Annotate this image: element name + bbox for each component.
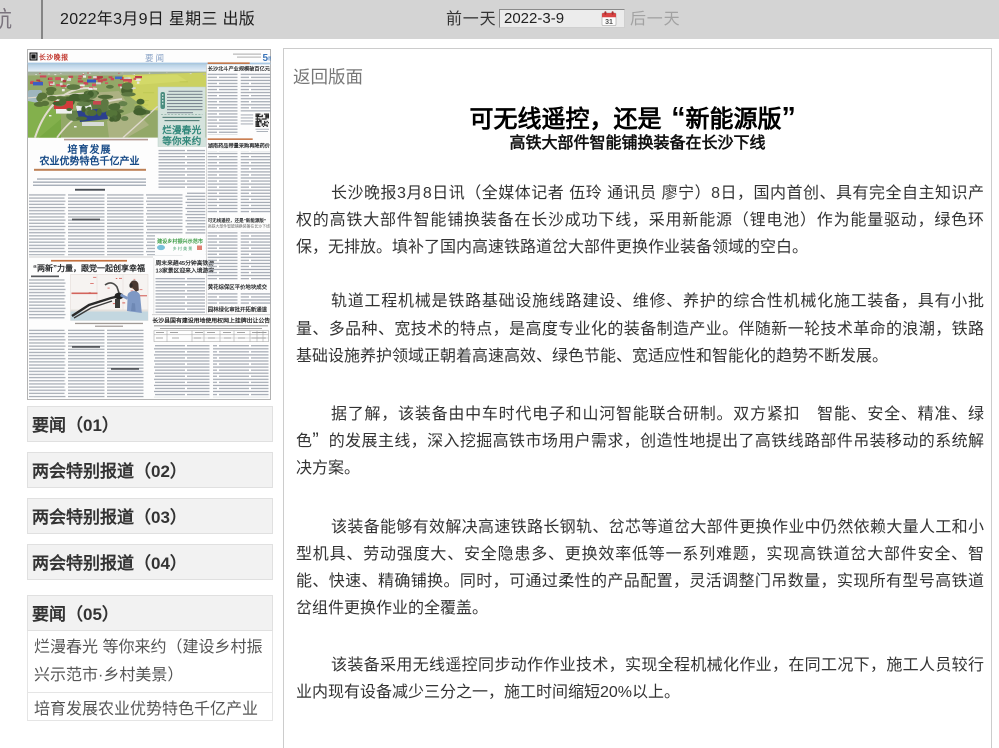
svg-text:长沙北斗产业规模破百亿元: 长沙北斗产业规模破百亿元 — [208, 64, 271, 72]
svg-text:13家景区迎来入境游客: 13家景区迎来入境游客 — [156, 267, 215, 275]
svg-text:烂漫春光: 烂漫春光 — [162, 125, 201, 137]
svg-text:等你来约: 等你来约 — [161, 136, 201, 148]
svg-text:建设乡村振兴示范市: 建设乡村振兴示范市 — [157, 238, 203, 245]
svg-text:要闻: 要闻 — [145, 53, 166, 63]
svg-text:高铁大部件智能铺换装备在长沙下线: 高铁大部件智能铺换装备在长沙下线 — [208, 224, 270, 229]
svg-text:培育发展: 培育发展 — [68, 143, 112, 156]
svg-text:黄花综保区平价地块成交: 黄花综保区平价地块成交 — [208, 283, 268, 291]
svg-text:长沙县国有建设用地使用权网上挂牌出让公告: 长沙县国有建设用地使用权网上挂牌出让公告 — [152, 317, 270, 325]
svg-text:乡村美景: 乡村美景 — [173, 245, 194, 252]
svg-text:农业优势特色千亿产业: 农业优势特色千亿产业 — [39, 155, 140, 168]
svg-text:版: 版 — [268, 55, 271, 62]
svg-text:园林绿化审批开拓新通道: 园林绿化审批开拓新通道 — [208, 305, 268, 313]
svg-text:长沙晚报: 长沙晚报 — [39, 52, 69, 61]
svg-text:周末来趟45分钟高铁游: 周末来趟45分钟高铁游 — [156, 259, 215, 267]
svg-text:湖南药品带量采购再降药价: 湖南药品带量采购再降药价 — [208, 142, 271, 150]
svg-text:31: 31 — [605, 19, 613, 26]
svg-text:“两新”力量，跟党一起创享幸福: “两新”力量，跟党一起创享幸福 — [33, 263, 145, 273]
